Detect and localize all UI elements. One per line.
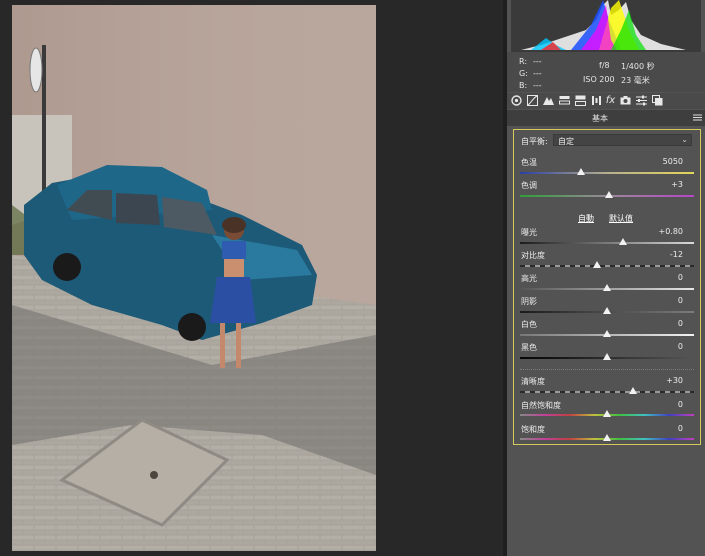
vibrance-label: 自然饱和度 (521, 401, 561, 410)
temperature-value[interactable]: 5050 (633, 157, 683, 166)
vibrance-slider[interactable] (603, 410, 611, 417)
adjustment-panel: R: --- G: --- B: --- f/8 1/400 秒 ISO 200… (507, 0, 705, 556)
b-value: --- (533, 81, 542, 90)
r-label: R: (519, 57, 528, 66)
clarity-label: 清晰度 (521, 377, 545, 386)
g-label: G: (519, 69, 528, 78)
clarity-track[interactable] (520, 391, 694, 393)
shadows-slider[interactable] (603, 307, 611, 314)
iso: ISO 200 (583, 75, 615, 84)
temperature-track[interactable] (520, 172, 694, 174)
whites-slider[interactable] (603, 330, 611, 337)
hsl-icon[interactable] (559, 95, 570, 106)
saturation-value[interactable]: 0 (633, 424, 683, 433)
image-canvas[interactable] (0, 0, 507, 556)
shutter-speed: 1/400 秒 (621, 62, 655, 71)
detail-icon[interactable] (543, 95, 554, 106)
focal-length: 23 毫米 (621, 76, 650, 85)
saturation-slider[interactable] (603, 434, 611, 441)
exposure-label: 曝光 (521, 228, 537, 237)
snapshots-icon[interactable] (652, 95, 663, 106)
camera-calibration-icon[interactable] (620, 95, 631, 106)
temperature-label: 色温 (521, 158, 537, 167)
highlights-label: 高光 (521, 274, 537, 283)
section-divider (520, 369, 694, 371)
blacks-slider[interactable] (603, 353, 611, 360)
panel-tabs: fx (507, 93, 705, 109)
saturation-label: 饱和度 (521, 425, 545, 434)
basic-icon[interactable] (511, 95, 522, 106)
contrast-slider[interactable] (592, 261, 601, 268)
exposure-value[interactable]: +0.80 (633, 227, 683, 236)
basic-adjustments: 自平衡: 自定 ⌄ 色温 5050 色调 +3 自動 默认值 曝光 +0.80 … (513, 129, 701, 445)
exposure-track[interactable] (520, 242, 694, 244)
blacks-value[interactable]: 0 (633, 342, 683, 351)
white-balance-select[interactable]: 自定 ⌄ (553, 134, 692, 146)
lens-corrections-icon[interactable] (591, 95, 602, 106)
white-balance-label: 自平衡: (521, 137, 548, 146)
clarity-value[interactable]: +30 (633, 376, 683, 385)
fx-icon[interactable]: fx (605, 95, 616, 106)
default-link[interactable]: 默认值 (609, 213, 633, 224)
panel-menu-icon[interactable] (693, 113, 702, 122)
r-value: --- (533, 57, 542, 66)
clarity-slider[interactable] (629, 387, 638, 394)
whites-label: 白色 (521, 320, 537, 329)
histogram (511, 0, 701, 52)
pixel-readout: R: --- G: --- B: --- f/8 1/400 秒 ISO 200… (507, 52, 705, 92)
highlights-value[interactable]: 0 (633, 273, 683, 282)
b-label: B: (519, 81, 528, 90)
highlights-slider[interactable] (603, 284, 611, 291)
contrast-label: 对比度 (521, 251, 545, 260)
auto-link[interactable]: 自動 (578, 213, 594, 224)
aperture: f/8 (599, 61, 610, 70)
contrast-value[interactable]: -12 (633, 250, 683, 259)
presets-icon[interactable] (636, 95, 647, 106)
shadows-label: 阴影 (521, 297, 537, 306)
contrast-track[interactable] (520, 265, 694, 267)
g-value: --- (533, 69, 542, 78)
section-title: 基本 (592, 114, 608, 123)
exposure-slider[interactable] (618, 238, 627, 245)
tint-label: 色调 (521, 181, 537, 190)
chevron-down-icon: ⌄ (681, 135, 688, 144)
shadows-value[interactable]: 0 (633, 296, 683, 305)
white-balance-value: 自定 (558, 137, 574, 146)
split-toning-icon[interactable] (575, 95, 586, 106)
blacks-label: 黑色 (521, 343, 537, 352)
whites-value[interactable]: 0 (633, 319, 683, 328)
tint-slider[interactable] (604, 191, 613, 198)
photo-preview[interactable] (12, 5, 376, 551)
section-header: 基本 (507, 110, 705, 126)
temperature-slider[interactable] (576, 168, 585, 175)
tint-value[interactable]: +3 (633, 180, 683, 189)
vibrance-value[interactable]: 0 (633, 400, 683, 409)
tone-curve-icon[interactable] (527, 95, 538, 106)
